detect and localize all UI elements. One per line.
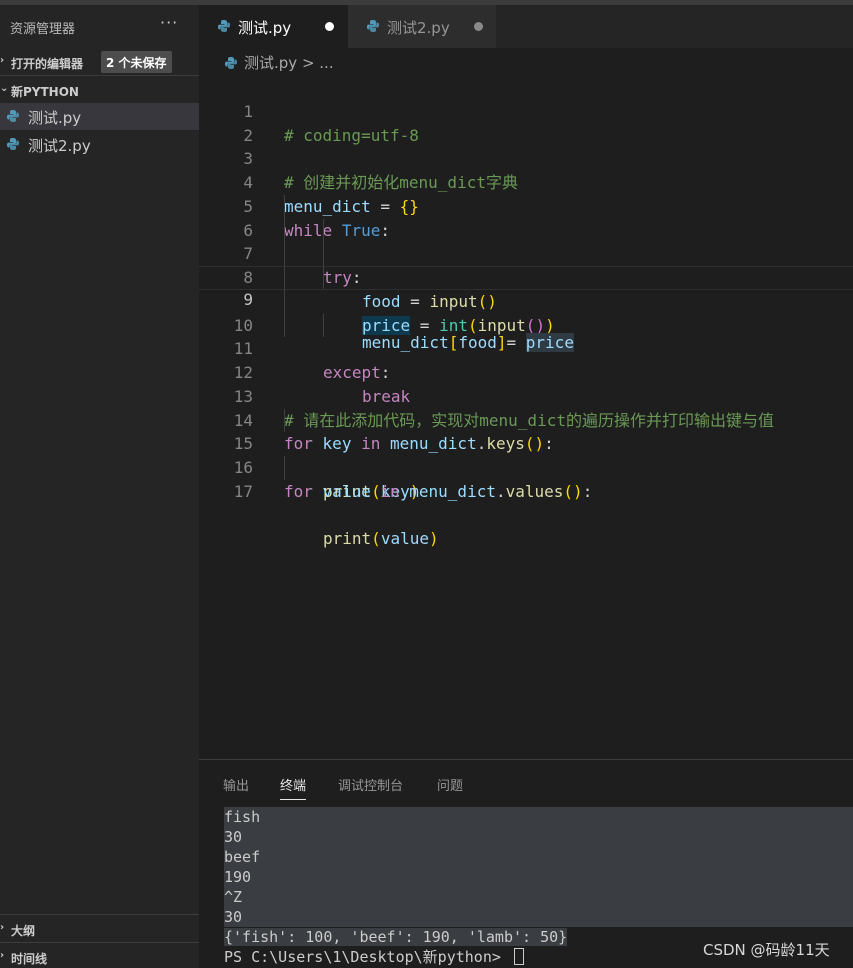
tab-test[interactable]: 测试.py <box>199 5 348 48</box>
terminal-line: ^Z <box>224 887 853 907</box>
file-name: 测试2.py <box>28 137 91 155</box>
timeline-label: 时间线 <box>11 952 48 966</box>
tab-label: 测试.py <box>238 19 292 37</box>
code-line: 15 print(key) <box>199 408 853 501</box>
python-file-icon <box>367 20 379 32</box>
code-line: 12 <box>199 337 853 382</box>
code-line: 16 for value in menu_dict.values(): <box>199 432 853 501</box>
tab-label: 测试2.py <box>387 19 450 37</box>
terminal-line: 190 <box>224 867 853 887</box>
terminal-line: beef <box>224 847 853 867</box>
line-number: 17 <box>233 481 253 501</box>
code-line: 7 food = input() <box>199 218 853 311</box>
open-editors-label: 打开的编辑器 <box>11 57 84 71</box>
section-divider <box>0 75 199 76</box>
code-line: 8 price = int(input()) <box>199 242 853 335</box>
code-line-current: 9 menu_dict[food]= price <box>199 266 853 353</box>
tab-problems[interactable]: 问题 <box>437 775 463 794</box>
terminal-prompt: PS C:\Users\1\Desktop\新python> <box>224 948 510 966</box>
watermark: CSDN @码龄11天 <box>703 941 830 959</box>
timeline-section[interactable]: › 时间线 <box>0 945 199 968</box>
code-line: 3 # 创建并初始化menu_dict字典 <box>199 124 853 192</box>
breadcrumb[interactable]: 测试.py > ... <box>224 52 334 73</box>
tab-test2[interactable]: 测试2.py <box>348 5 496 48</box>
breadcrumb-file: 测试.py <box>244 54 298 72</box>
chevron-right-icon: › <box>0 922 5 933</box>
python-file-icon <box>218 20 230 32</box>
file-item-test[interactable]: 测试.py <box>0 103 199 130</box>
section-divider <box>0 914 199 915</box>
unsaved-dot-icon[interactable] <box>325 22 334 31</box>
terminal-line: fish <box>224 807 853 827</box>
terminal-line: 30 <box>224 907 853 927</box>
terminal-cursor <box>513 948 524 965</box>
outline-label: 大纲 <box>11 924 36 938</box>
code-line: 2 <box>199 100 853 145</box>
tab-output[interactable]: 输出 <box>223 775 249 794</box>
tab-debug-console[interactable]: 调试控制台 <box>338 775 403 794</box>
terminal-line: 30 <box>224 827 853 847</box>
code-line: 11 break <box>199 313 853 406</box>
chevron-right-icon: › <box>0 950 5 961</box>
code-line: 17 print(value) <box>199 456 853 548</box>
code-line: 6 try: <box>199 194 853 287</box>
code-line: 14 for key in menu_dict.keys(): <box>199 385 853 454</box>
chevron-right-icon: › <box>0 55 5 66</box>
folder-section[interactable]: ⌄ 新PYTHON <box>0 78 199 102</box>
code-line: 1 # coding=utf-8 <box>199 76 853 145</box>
outline-section[interactable]: › 大纲 <box>0 917 199 941</box>
unsaved-badge: 2 个未保存 <box>101 51 172 73</box>
code-line: 10 except: <box>199 289 853 382</box>
folder-label: 新PYTHON <box>11 85 79 99</box>
explorer-sidebar: 资源管理器 ··· › 打开的编辑器 2 个未保存 ⌄ 新PYTHON 测试.p… <box>0 5 199 968</box>
file-name: 测试.py <box>28 109 82 127</box>
chevron-down-icon: ⌄ <box>0 83 9 94</box>
code-editor[interactable]: 1 # coding=utf-8 2 3 # 创建并初始化menu_dict字典… <box>199 76 853 548</box>
code-line: 13 # 请在此添加代码，实现对menu_dict的遍历操作并打印输出键与值 <box>199 361 853 430</box>
file-item-test2[interactable]: 测试2.py <box>0 131 199 158</box>
python-file-icon <box>225 57 237 69</box>
section-divider <box>0 942 199 943</box>
code-line: 4 menu_dict = {} <box>199 147 853 216</box>
python-file-icon <box>7 110 19 122</box>
open-editors-section[interactable]: › 打开的编辑器 2 个未保存 <box>0 50 199 74</box>
editor-tab-bar: 测试.py 测试2.py <box>199 5 853 48</box>
tab-terminal[interactable]: 终端 <box>280 775 307 800</box>
explorer-title: 资源管理器 <box>10 22 76 37</box>
unsaved-dot-icon[interactable] <box>474 22 483 31</box>
breadcrumb-rest: > ... <box>301 54 334 72</box>
code-line: 5 while True: <box>199 171 853 240</box>
more-actions-icon[interactable]: ··· <box>160 13 178 32</box>
python-file-icon <box>7 138 19 150</box>
